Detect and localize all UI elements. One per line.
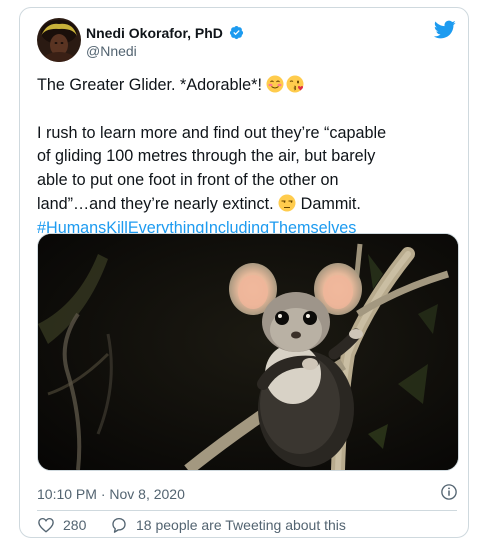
verified-badge-icon	[229, 25, 243, 40]
tweet-text: The Greater Glider. *Adorable*! I rush t…	[37, 74, 457, 241]
tweet-photo[interactable]	[37, 233, 459, 471]
timestamp[interactable]: 10:10 PM · Nov 8, 2020	[37, 486, 185, 502]
unamused-face-icon	[278, 194, 296, 212]
tweet-line-5-end: Dammit.	[300, 194, 361, 213]
tweeting-about-link[interactable]: 18 people are Tweeting about this	[136, 517, 346, 533]
twitter-bird-icon[interactable]	[433, 18, 456, 41]
display-name-text: Nnedi Okorafor, PhD	[86, 25, 223, 41]
tweet-line-1-text: The Greater Glider. *Adorable*!	[37, 76, 262, 94]
tweet-line-2: I rush to learn more and find out they’r…	[37, 123, 387, 142]
like-count[interactable]: 280	[63, 517, 86, 533]
avatar-photo	[37, 18, 81, 62]
tweet-line-3: of gliding 100 metres through the air, b…	[37, 147, 376, 166]
user-handle[interactable]: @Nnedi	[86, 43, 137, 59]
info-icon[interactable]	[440, 483, 458, 501]
tweet-line-4: able to put one foot in front of the oth…	[37, 171, 339, 190]
tweet-line-5-text: land”…and they’re nearly extinct.	[37, 194, 274, 213]
greater-glider-photo	[38, 234, 458, 470]
tweet-line-1: The Greater Glider. *Adorable*!	[37, 74, 457, 98]
kissing-face-icon	[286, 75, 304, 93]
heart-icon[interactable]	[37, 516, 55, 534]
tweet-card[interactable]: Nnedi Okorafor, PhD @Nnedi The Greater G…	[19, 7, 469, 538]
speech-bubble-icon[interactable]	[110, 516, 128, 534]
smiling-face-icon	[266, 75, 284, 93]
divider	[37, 510, 457, 511]
avatar[interactable]	[37, 18, 81, 62]
display-name[interactable]: Nnedi Okorafor, PhD	[86, 25, 244, 41]
tweet-line-5: land”…and they’re nearly extinct. Dammit…	[37, 193, 457, 217]
